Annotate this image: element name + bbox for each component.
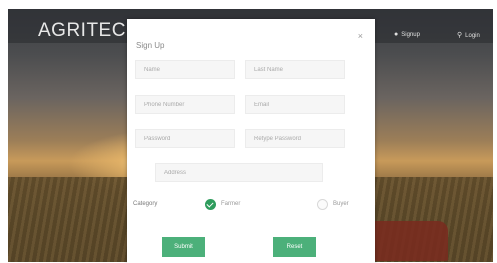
address-input[interactable] bbox=[155, 163, 323, 182]
radio-buyer[interactable] bbox=[317, 199, 328, 210]
signup-modal: Sign Up × Category Farmer Buyer Submit R… bbox=[127, 19, 375, 263]
modal-title: Sign Up bbox=[136, 41, 165, 50]
submit-button[interactable]: Submit bbox=[162, 237, 205, 257]
radio-buyer-label: Buyer bbox=[333, 201, 349, 207]
confirm-password-input[interactable] bbox=[245, 129, 345, 148]
nav-signup-label: Signup bbox=[401, 32, 420, 38]
nav-signup-link[interactable]: ● Signup bbox=[394, 31, 420, 38]
password-input[interactable] bbox=[135, 129, 235, 148]
category-label: Category bbox=[133, 201, 158, 207]
radio-farmer-label: Farmer bbox=[221, 201, 241, 207]
email-input[interactable] bbox=[245, 95, 345, 114]
nav-login-label: Login bbox=[465, 33, 480, 39]
reset-button[interactable]: Reset bbox=[273, 237, 316, 257]
brand-logo[interactable]: AGRITECH bbox=[38, 20, 140, 42]
radio-farmer[interactable] bbox=[205, 199, 216, 210]
key-icon: ⚲ bbox=[457, 32, 463, 39]
first-name-input[interactable] bbox=[135, 60, 235, 79]
last-name-input[interactable] bbox=[245, 60, 345, 79]
tractor-image bbox=[368, 221, 448, 261]
phone-input[interactable] bbox=[135, 95, 235, 114]
close-icon[interactable]: × bbox=[358, 31, 363, 41]
person-icon: ● bbox=[394, 31, 399, 38]
nav-login-link[interactable]: ⚲ Login bbox=[457, 31, 480, 39]
